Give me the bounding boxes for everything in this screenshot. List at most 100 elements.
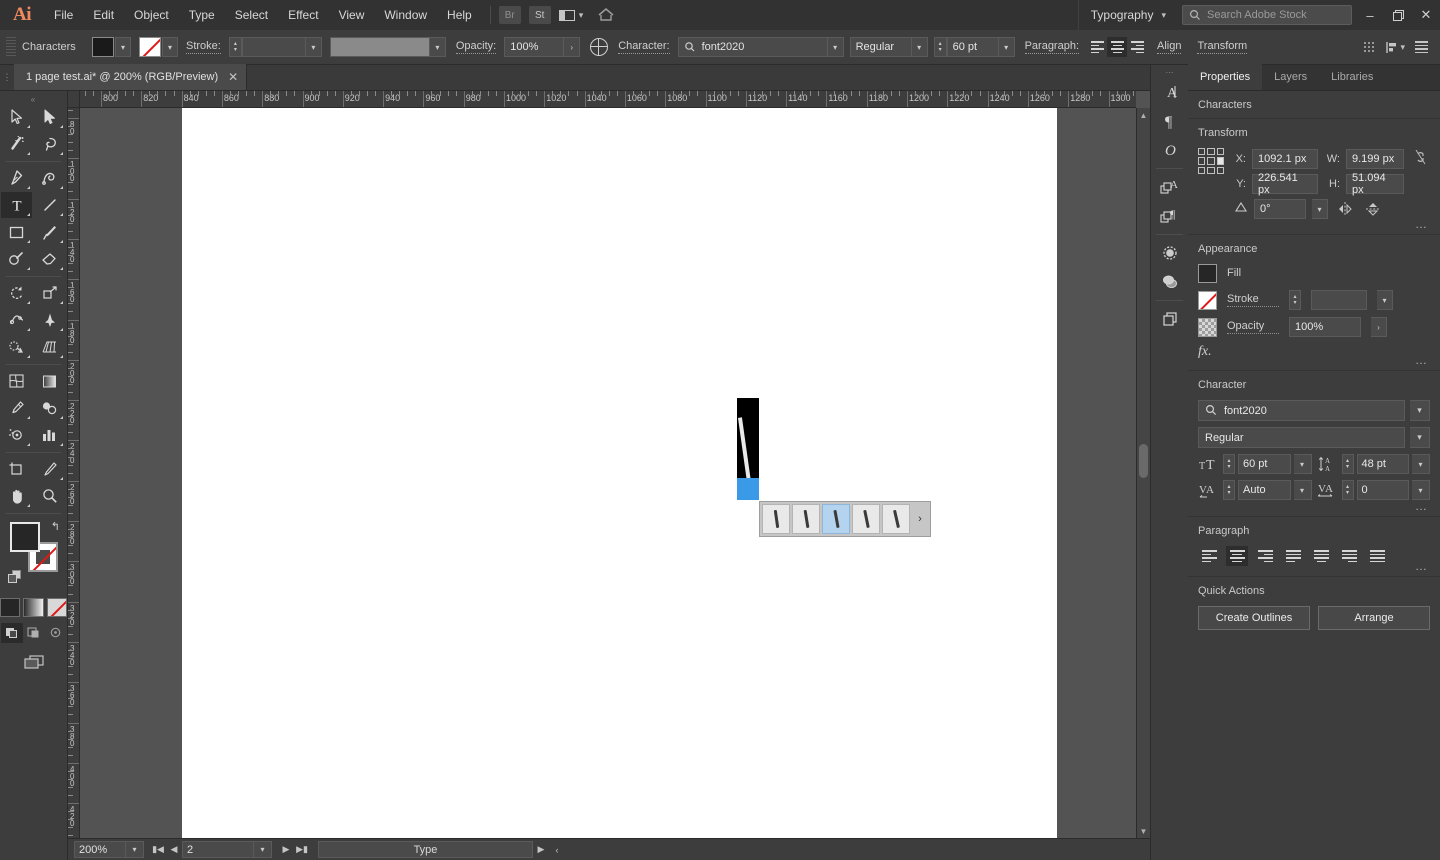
status-forward-icon[interactable]: ▶ xyxy=(533,844,549,855)
close-button[interactable]: ✕ xyxy=(1412,0,1440,30)
vertical-ruler[interactable]: 80 100 120 140 160 180 200 220 240 260 280 300 320 34… xyxy=(68,108,80,838)
character-kerning-dropdown[interactable]: ▾ xyxy=(1293,480,1312,500)
align-center-button[interactable] xyxy=(1107,37,1128,57)
appearance-more-options[interactable]: … xyxy=(1415,354,1428,366)
curvature-tool[interactable] xyxy=(34,165,65,191)
character-more-options[interactable]: … xyxy=(1415,500,1428,512)
arrange-button[interactable]: Arrange xyxy=(1318,606,1430,630)
stroke-weight-input[interactable] xyxy=(241,37,306,57)
line-segment-tool[interactable] xyxy=(34,192,65,218)
none-mode-button[interactable] xyxy=(46,598,67,617)
shaper-tool[interactable] xyxy=(1,246,32,272)
stroke-swatch[interactable] xyxy=(139,37,161,57)
arrange-documents-button[interactable]: ▾ xyxy=(558,9,583,21)
ruler-corner[interactable] xyxy=(68,91,80,108)
character-kerning-input[interactable]: Auto xyxy=(1238,480,1291,500)
character-font-style-input[interactable]: Regular xyxy=(1198,427,1405,448)
rotate-tool[interactable] xyxy=(1,280,32,306)
kerning-stepper[interactable]: ▴ ▾ xyxy=(1223,480,1235,500)
lasso-tool[interactable] xyxy=(34,131,65,157)
paragraph-justify-last-center-button[interactable] xyxy=(1310,546,1332,566)
tab-properties[interactable]: Properties xyxy=(1188,64,1263,90)
align-options-button[interactable]: ▾ xyxy=(1385,41,1405,54)
leading-stepper[interactable]: ▴ ▾ xyxy=(1341,454,1354,474)
perspective-grid-tool[interactable] xyxy=(34,334,65,360)
slice-tool[interactable] xyxy=(34,456,65,482)
tracking-stepper[interactable]: ▴ ▾ xyxy=(1341,480,1354,500)
stock-button[interactable]: St xyxy=(528,6,551,24)
glyph-alternates-popup[interactable]: › xyxy=(759,501,931,537)
tab-bar-grip[interactable]: ⋮ xyxy=(0,64,14,90)
status-back-icon[interactable]: ‹ xyxy=(549,845,565,855)
character-tracking-dropdown[interactable]: ▾ xyxy=(1412,480,1430,500)
flip-horizontal-icon[interactable] xyxy=(1334,202,1356,216)
paragraph-panel-icon[interactable]: ¶ xyxy=(1155,107,1185,135)
font-style-input[interactable]: Regular xyxy=(849,37,912,57)
scroll-up-icon[interactable]: ▲ xyxy=(1137,108,1150,122)
type-tool[interactable]: T xyxy=(1,192,32,218)
create-outlines-button[interactable]: Create Outlines xyxy=(1198,606,1310,630)
stroke-weight-label[interactable]: Stroke: xyxy=(186,40,221,54)
scroll-down-icon[interactable]: ▼ xyxy=(1137,824,1150,838)
shape-builder-tool[interactable] xyxy=(1,334,32,360)
stroke-weight-stepper[interactable]: ▴ ▾ xyxy=(228,37,242,57)
character-font-family-input[interactable]: font2020 xyxy=(1198,400,1405,421)
paragraph-more-options[interactable]: … xyxy=(1415,560,1428,572)
tab-libraries[interactable]: Libraries xyxy=(1319,64,1385,90)
status-indicator[interactable]: Type xyxy=(318,841,533,858)
tools-panel-grip[interactable]: « xyxy=(0,95,67,104)
character-font-family-dropdown[interactable]: ▾ xyxy=(1410,400,1430,421)
first-artboard-button[interactable]: ▮◀ xyxy=(150,841,166,858)
paragraph-justify-last-right-button[interactable] xyxy=(1338,546,1360,566)
dock-grip[interactable]: ⋯ xyxy=(1151,67,1188,77)
color-mode-button[interactable] xyxy=(0,598,21,617)
appearance-stroke-swatch[interactable] xyxy=(1198,290,1217,310)
stroke-dropdown[interactable]: ▾ xyxy=(162,37,178,57)
symbols-panel-icon[interactable] xyxy=(1155,268,1185,296)
menu-window[interactable]: Window xyxy=(374,0,437,30)
default-fill-stroke-icon[interactable] xyxy=(8,570,22,587)
mesh-tool[interactable] xyxy=(1,368,32,394)
menu-help[interactable]: Help xyxy=(437,0,482,30)
appearance-stroke-label[interactable]: Stroke xyxy=(1227,293,1279,307)
distribute-icon[interactable] xyxy=(1363,41,1376,53)
swap-fill-stroke-icon[interactable]: ↰ xyxy=(51,520,60,533)
appearance-stroke-stepper[interactable]: ▴ ▾ xyxy=(1289,290,1301,310)
reference-point-selector[interactable] xyxy=(1198,148,1224,174)
opacity-label[interactable]: Opacity: xyxy=(455,40,497,54)
next-artboard-button[interactable]: ▶ xyxy=(278,841,294,858)
align-left-button[interactable] xyxy=(1087,37,1107,57)
artboard-tool[interactable] xyxy=(1,456,32,482)
menu-object[interactable]: Object xyxy=(124,0,179,30)
fill-color-swatch[interactable] xyxy=(10,522,40,552)
artboard-number-input[interactable]: 2 xyxy=(182,841,254,858)
font-size-stepper[interactable]: ▴ ▾ xyxy=(933,37,947,57)
symbol-sprayer-tool[interactable] xyxy=(1,422,32,448)
vertical-scrollbar[interactable]: ▲ ▼ xyxy=(1136,108,1150,838)
gradient-tool[interactable] xyxy=(34,368,65,394)
paragraph-justify-last-left-button[interactable] xyxy=(1282,546,1304,566)
zoom-tool[interactable] xyxy=(34,483,65,509)
horizontal-ruler[interactable]: 7808008208408608809009209409609801000102… xyxy=(80,91,1136,108)
align-panel-link[interactable]: Align xyxy=(1157,40,1182,54)
menu-select[interactable]: Select xyxy=(225,0,278,30)
brushes-panel-icon[interactable] xyxy=(1155,239,1185,267)
stroke-profile-selector[interactable] xyxy=(329,37,430,57)
glyph-alternate-cell[interactable] xyxy=(762,504,790,534)
draw-normal-button[interactable] xyxy=(0,623,23,643)
text-glyph-object[interactable] xyxy=(737,398,759,478)
workspace-switcher[interactable]: Typography ▾ xyxy=(1077,0,1178,30)
previous-artboard-button[interactable]: ◀ xyxy=(166,841,182,858)
close-icon[interactable]: ✕ xyxy=(228,70,238,84)
vertical-scroll-thumb[interactable] xyxy=(1139,444,1148,478)
stock-search-field[interactable]: Search Adobe Stock xyxy=(1182,5,1352,25)
magic-wand-tool[interactable] xyxy=(1,131,32,157)
opacity-input[interactable]: 100% xyxy=(504,37,565,57)
minimize-button[interactable]: – xyxy=(1356,0,1384,30)
column-graph-tool[interactable] xyxy=(34,422,65,448)
width-tool[interactable] xyxy=(1,307,32,333)
pen-tool[interactable] xyxy=(1,165,32,191)
character-font-size-input[interactable]: 60 pt xyxy=(1238,454,1291,474)
glyph-alternate-cell[interactable] xyxy=(792,504,820,534)
control-panel-menu-icon[interactable] xyxy=(1415,41,1428,53)
